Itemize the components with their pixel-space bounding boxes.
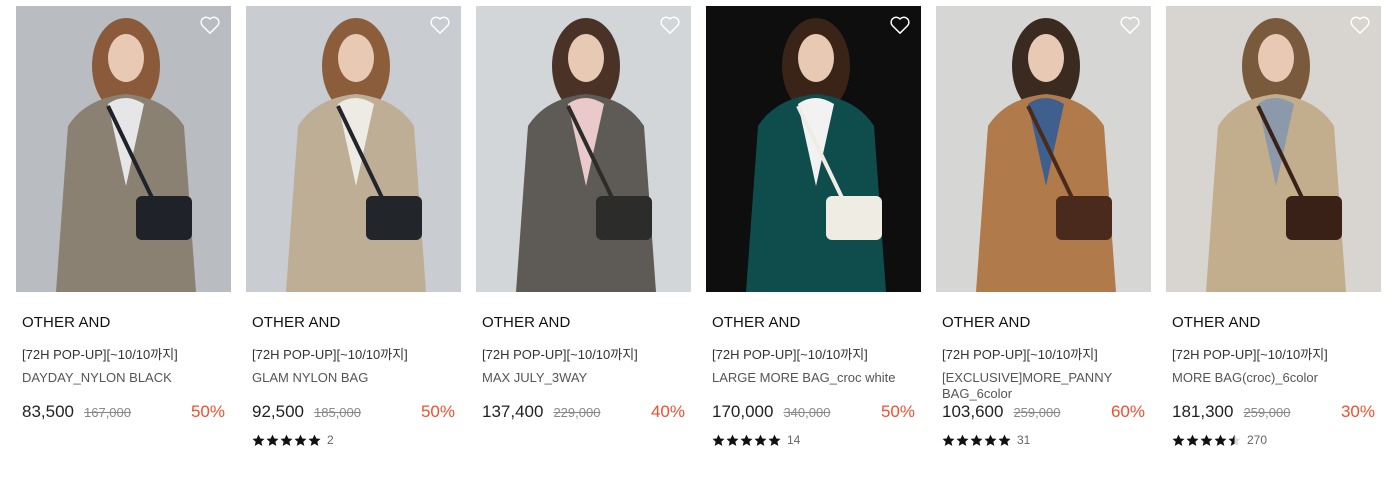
brand-name[interactable]: OTHER AND xyxy=(252,314,461,332)
product-card[interactable]: OTHER AND [72H POP-UP][~10/10까지] DAYDAY_… xyxy=(16,6,231,448)
rating-row: 31 xyxy=(942,432,1151,448)
product-image[interactable] xyxy=(936,6,1151,292)
original-price: 259,000 xyxy=(1243,405,1291,420)
product-image[interactable] xyxy=(476,6,691,292)
star-rating xyxy=(712,434,781,447)
brand-name[interactable]: OTHER AND xyxy=(712,314,921,332)
discount-rate: 60% xyxy=(1110,402,1145,421)
product-name[interactable]: LARGE MORE BAG_croc white xyxy=(712,370,912,400)
wishlist-heart-icon[interactable] xyxy=(659,15,681,35)
price-row: 181,300 259,000 30% xyxy=(1172,402,1375,424)
original-price: 259,000 xyxy=(1013,405,1061,420)
original-price: 229,000 xyxy=(553,405,601,420)
discount-rate: 30% xyxy=(1340,402,1375,421)
product-photo xyxy=(936,6,1151,292)
review-count: 31 xyxy=(1017,433,1031,447)
sale-price: 83,500 xyxy=(22,402,74,421)
product-card[interactable]: OTHER AND [72H POP-UP][~10/10까지] GLAM NY… xyxy=(246,6,461,448)
original-price: 185,000 xyxy=(314,405,361,420)
star-icon xyxy=(280,434,293,446)
wishlist-heart-icon[interactable] xyxy=(1119,15,1141,35)
star-icon xyxy=(266,434,279,446)
promo-label: [72H POP-UP][~10/10까지] xyxy=(22,347,178,362)
brand-name[interactable]: OTHER AND xyxy=(1172,314,1381,332)
product-image[interactable] xyxy=(16,6,231,292)
product-image[interactable] xyxy=(1166,6,1381,292)
star-icon xyxy=(726,434,739,446)
brand-name[interactable]: OTHER AND xyxy=(482,314,691,332)
product-photo xyxy=(706,6,921,292)
star-icon xyxy=(294,434,307,446)
star-icon xyxy=(956,434,969,446)
product-photo xyxy=(476,6,691,292)
product-card[interactable]: OTHER AND [72H POP-UP][~10/10까지] LARGE M… xyxy=(706,6,921,448)
review-count: 2 xyxy=(327,433,334,447)
promo-label: [72H POP-UP][~10/10까지] xyxy=(252,347,408,362)
wishlist-heart-icon[interactable] xyxy=(429,15,451,35)
star-icon xyxy=(1200,434,1213,446)
star-icon xyxy=(768,434,781,446)
product-grid: OTHER AND [72H POP-UP][~10/10까지] DAYDAY_… xyxy=(0,0,1393,477)
star-icon xyxy=(712,434,725,446)
brand-name[interactable]: OTHER AND xyxy=(22,314,231,332)
sale-price: 170,000 xyxy=(712,402,774,421)
star-icon xyxy=(754,434,767,446)
star-icon xyxy=(1186,434,1199,446)
product-card[interactable]: OTHER AND [72H POP-UP][~10/10까지] [EXCLUS… xyxy=(936,6,1151,448)
price-row: 137,400 229,000 40% xyxy=(482,402,685,424)
original-price: 340,000 xyxy=(783,405,831,420)
sale-price: 181,300 xyxy=(1172,402,1234,421)
sale-price: 92,500 xyxy=(252,402,304,421)
promo-label: [72H POP-UP][~10/10까지] xyxy=(942,347,1098,362)
product-card[interactable]: OTHER AND [72H POP-UP][~10/10까지] MAX JUL… xyxy=(476,6,691,448)
star-icon xyxy=(1228,434,1241,446)
product-card[interactable]: OTHER AND [72H POP-UP][~10/10까지] MORE BA… xyxy=(1166,6,1381,448)
star-icon xyxy=(740,434,753,446)
star-icon xyxy=(970,434,983,446)
wishlist-heart-icon[interactable] xyxy=(889,15,911,35)
price-row: 92,500 185,000 50% xyxy=(252,402,455,424)
rating-row: 2 xyxy=(252,432,461,448)
sale-price: 137,400 xyxy=(482,402,544,421)
sale-price: 103,600 xyxy=(942,402,1004,421)
product-name[interactable]: MORE BAG(croc)_6color xyxy=(1172,370,1372,400)
price-row: 83,500 167,000 50% xyxy=(22,402,225,424)
promo-label: [72H POP-UP][~10/10까지] xyxy=(1172,347,1328,362)
product-image[interactable] xyxy=(706,6,921,292)
product-name[interactable]: DAYDAY_NYLON BLACK xyxy=(22,370,222,400)
rating-row: 270 xyxy=(1172,432,1381,448)
discount-rate: 50% xyxy=(420,402,455,421)
review-count: 270 xyxy=(1247,433,1268,447)
price-row: 103,600 259,000 60% xyxy=(942,402,1145,424)
promo-label: [72H POP-UP][~10/10까지] xyxy=(482,347,638,362)
product-name[interactable]: GLAM NYLON BAG xyxy=(252,370,452,400)
discount-rate: 50% xyxy=(880,402,915,421)
star-rating xyxy=(252,434,321,447)
promo-label: [72H POP-UP][~10/10까지] xyxy=(712,347,868,362)
product-photo xyxy=(1166,6,1381,292)
star-rating xyxy=(942,434,1011,447)
review-count: 14 xyxy=(787,433,801,447)
discount-rate: 40% xyxy=(650,402,685,421)
product-photo xyxy=(16,6,231,292)
product-name[interactable]: [EXCLUSIVE]MORE_PANNY BAG_6color xyxy=(942,370,1142,401)
price-row: 170,000 340,000 50% xyxy=(712,402,915,424)
star-icon xyxy=(252,434,265,446)
product-image[interactable] xyxy=(246,6,461,292)
wishlist-heart-icon[interactable] xyxy=(1349,15,1371,35)
star-icon xyxy=(984,434,997,446)
star-icon xyxy=(1214,434,1227,446)
rating-row: 14 xyxy=(712,432,921,448)
star-icon xyxy=(308,434,321,446)
product-photo xyxy=(246,6,461,292)
original-price: 167,000 xyxy=(84,405,131,420)
star-icon xyxy=(1172,434,1185,446)
wishlist-heart-icon[interactable] xyxy=(199,15,221,35)
discount-rate: 50% xyxy=(190,402,225,421)
star-rating xyxy=(1172,434,1241,447)
product-name[interactable]: MAX JULY_3WAY xyxy=(482,370,682,400)
star-icon xyxy=(998,434,1011,446)
brand-name[interactable]: OTHER AND xyxy=(942,314,1151,332)
star-icon xyxy=(942,434,955,446)
